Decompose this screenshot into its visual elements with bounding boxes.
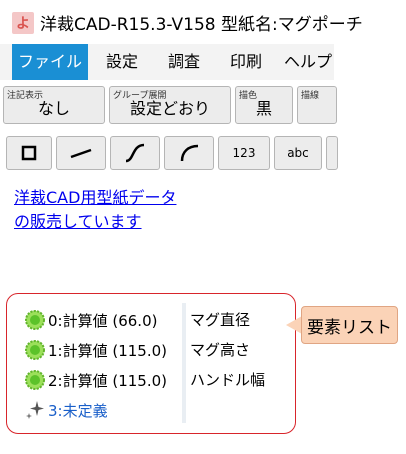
group-expand-button[interactable]: グループ展開 設定どおり <box>109 86 231 124</box>
draw-color-value: 黒 <box>255 99 272 118</box>
draw-line-button[interactable]: 描線 <box>297 86 337 124</box>
element-value: 3:未定義 <box>48 401 108 420</box>
right-gutter <box>334 44 406 454</box>
text-tool-label: abc <box>287 146 309 160</box>
text-tool-button[interactable]: abc <box>274 136 322 170</box>
menu-file[interactable]: ファイル <box>12 44 88 80</box>
element-list-callout: 要素リスト <box>301 306 398 344</box>
element-row-2[interactable]: 2:計算値 (115.0) <box>24 365 167 395</box>
number-tool-label: 123 <box>232 146 256 160</box>
s-curve-icon <box>125 143 145 163</box>
window-title: 洋裁CAD-R15.3-V158 型紙名:マグポーチ <box>40 15 363 35</box>
element-row-3[interactable]: 3:未定義 <box>24 395 108 425</box>
menu-help[interactable]: ヘルプ <box>284 44 334 80</box>
pattern-data-sale-link[interactable]: 洋裁CAD用型紙データ の販売しています <box>14 186 176 234</box>
group-expand-value: 設定どおり <box>129 99 210 118</box>
annotation-display-value: なし <box>37 99 70 118</box>
arc-tool-button[interactable] <box>164 136 214 170</box>
square-icon <box>21 145 37 161</box>
number-tool-button[interactable]: 123 <box>218 136 270 170</box>
menu-settings[interactable]: 設定 <box>96 44 148 80</box>
ad-line-1: 洋裁CAD用型紙データ <box>14 188 177 207</box>
arc-icon <box>180 144 199 162</box>
curve-tool-button[interactable] <box>110 136 160 170</box>
element-list-divider <box>182 303 186 423</box>
app-icon: よ <box>12 12 34 34</box>
ad-line-2: の販売しています <box>14 212 142 231</box>
element-row-0[interactable]: 0:計算値 (66.0) <box>24 305 157 335</box>
green-circle-icon <box>25 370 45 390</box>
line-icon <box>70 148 92 159</box>
draw-line-caption: 描線 <box>301 91 320 101</box>
square-tool-button[interactable] <box>6 136 52 170</box>
annotation-display-button[interactable]: 注記表示 なし <box>3 86 105 124</box>
element-row-1[interactable]: 1:計算値 (115.0) <box>24 335 167 365</box>
menu-print[interactable]: 印刷 <box>220 44 272 80</box>
element-name[interactable]: ハンドル幅 <box>190 365 265 395</box>
menu-bar: ファイル 設定 調査 印刷 ヘルプ <box>0 44 334 80</box>
callout-pointer <box>286 316 302 334</box>
sparkle-icon <box>26 401 44 419</box>
title-bar: よ 洋裁CAD-R15.3-V158 型紙名:マグポーチ <box>0 0 406 44</box>
green-circle-icon <box>25 340 45 360</box>
element-name[interactable]: マグ高さ <box>190 335 250 365</box>
menu-survey[interactable]: 調査 <box>158 44 210 80</box>
more-tool-button[interactable] <box>326 136 338 170</box>
element-value: 2:計算値 (115.0) <box>48 371 168 390</box>
draw-color-button[interactable]: 描色 黒 <box>235 86 293 124</box>
element-value: 0:計算値 (66.0) <box>48 311 158 330</box>
element-value: 1:計算値 (115.0) <box>48 341 168 360</box>
green-circle-icon <box>25 310 45 330</box>
element-name[interactable]: マグ直径 <box>190 305 250 335</box>
line-tool-button[interactable] <box>56 136 106 170</box>
